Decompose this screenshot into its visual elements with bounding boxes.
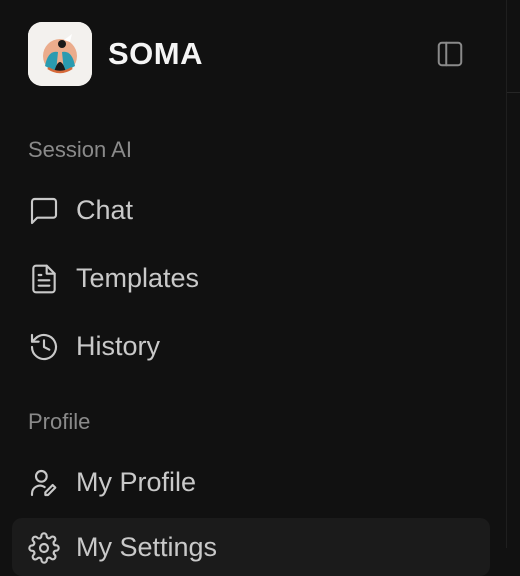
user-edit-icon [30, 469, 57, 497]
sidebar-item-label: Chat [76, 195, 134, 225]
sidebar-toggle-button[interactable] [428, 32, 472, 76]
brand-name: SOMA [108, 36, 203, 71]
sidebar-item-chat[interactable]: Chat [12, 181, 490, 239]
gear-icon [28, 532, 60, 564]
sidebar: SOMA Session AI Chat Templates History P… [0, 0, 506, 576]
sidebar-item-label: History [76, 331, 161, 361]
section-label-profile: Profile [28, 409, 91, 434]
sidebar-item-label: My Settings [76, 532, 218, 562]
sidebar-item-label: Templates [76, 263, 200, 293]
chat-bubble-icon [30, 197, 58, 225]
sidebar-item-templates[interactable]: Templates [12, 249, 490, 307]
sidebar-item-my-settings[interactable]: My Settings [12, 518, 490, 576]
document-icon [32, 264, 56, 294]
soma-logo-icon[interactable] [28, 22, 92, 86]
history-icon [30, 333, 58, 361]
sidebar-item-my-profile[interactable]: My Profile [12, 453, 490, 511]
main-panel-edge [507, 0, 520, 548]
sidebar-item-label: My Profile [76, 467, 197, 497]
sidebar-header: SOMA [28, 22, 476, 86]
sidebar-toggle-icon [437, 41, 463, 67]
sidebar-item-history[interactable]: History [12, 317, 490, 375]
main-header-rule [507, 92, 520, 93]
section-label-session-ai: Session AI [28, 137, 132, 162]
